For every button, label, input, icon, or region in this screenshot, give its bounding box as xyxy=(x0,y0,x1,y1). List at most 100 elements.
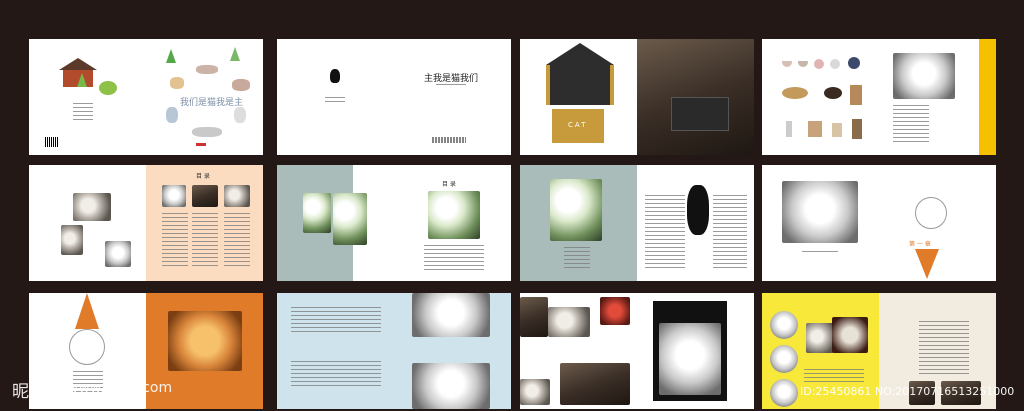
page-front-cover: 我们是猫我是主 xyxy=(146,39,263,155)
chapter-heading: 第 一 章 xyxy=(909,241,931,248)
toy-icon xyxy=(848,57,860,69)
cat-bed-icon xyxy=(782,87,808,99)
cat-sketch-icon xyxy=(196,65,218,74)
page-envelope: CAT xyxy=(520,39,637,155)
tree-icon xyxy=(230,47,240,61)
spread-products xyxy=(762,39,996,155)
caption-text xyxy=(802,251,838,255)
page-lightblue xyxy=(277,293,394,409)
envelope-shape xyxy=(546,43,614,65)
spread-title-page: 主我是猫我们 xyxy=(277,39,511,155)
cats-photo xyxy=(806,323,834,353)
contents-text xyxy=(192,213,218,267)
page-crown-cat xyxy=(637,293,754,409)
page-chapter: 第 一 章 xyxy=(879,165,996,281)
cat-round-photo xyxy=(770,345,798,373)
page-contents: 目 录 xyxy=(146,165,263,281)
title-page-title: 主我是猫我们 xyxy=(424,74,479,84)
contents-heading: 目 录 xyxy=(196,173,210,180)
cat-face-sketch xyxy=(69,329,105,365)
spread-stories xyxy=(520,293,754,409)
spread-lightblue xyxy=(277,293,511,409)
ball-icon xyxy=(814,59,824,69)
page-dusk-photo xyxy=(637,39,754,155)
back-cover-text xyxy=(73,103,93,121)
spread-flowers: 目 录 xyxy=(277,165,511,281)
intro-text xyxy=(424,245,484,273)
cat-flower-photo xyxy=(303,193,331,233)
cat-sketch-icon xyxy=(192,127,222,137)
story-text xyxy=(291,361,381,387)
page-left xyxy=(277,39,394,155)
santa-photo xyxy=(600,297,630,325)
watermark-id: ID:25450861 NO:20170716513251000 xyxy=(800,385,1015,398)
cat-bed-icon xyxy=(824,87,842,99)
cover-title: 我们是猫我是主 xyxy=(180,98,244,108)
page-teal xyxy=(277,165,394,281)
page-gold xyxy=(879,39,996,155)
story-text xyxy=(645,195,685,271)
page-right: 主我是猫我们 xyxy=(394,39,511,155)
cat-photo xyxy=(162,185,186,207)
publisher-logo xyxy=(196,143,206,146)
cat-round-photo xyxy=(770,311,798,339)
watermark-site: www.nipic.com xyxy=(67,380,173,396)
cat-closeup-photo xyxy=(412,363,490,409)
interior-photo xyxy=(192,185,218,207)
bush-illustration xyxy=(99,81,117,95)
page-story xyxy=(637,165,754,281)
cat-photo xyxy=(73,193,111,221)
intro-heading: 目 录 xyxy=(442,181,456,188)
bowl-icon xyxy=(798,61,808,67)
page-photos xyxy=(29,165,146,281)
cats-group-photo xyxy=(893,53,955,99)
story-text xyxy=(564,247,590,269)
black-cat-icon xyxy=(330,69,340,83)
person-cat-photo xyxy=(560,363,630,405)
cake-photo xyxy=(548,307,590,337)
scratcher-icon xyxy=(852,119,862,139)
ice-cream-cone xyxy=(915,249,939,279)
page-portrait xyxy=(762,165,879,281)
cat-face-sketch xyxy=(915,197,947,229)
page-back-cover xyxy=(29,39,146,155)
crowned-cat-photo xyxy=(659,323,721,395)
roof-illustration xyxy=(59,58,97,70)
contents-text xyxy=(162,213,188,267)
cat-photo xyxy=(520,379,550,405)
cat-round-photo xyxy=(770,379,798,407)
cat-tree-icon xyxy=(850,85,862,105)
spread-cover: 我们是猫我是主 xyxy=(29,39,263,155)
scratcher-icon xyxy=(786,121,792,137)
cat-photo xyxy=(224,185,250,207)
page-lightblue xyxy=(394,293,511,409)
page-collage xyxy=(520,293,637,409)
cat-sketch-icon xyxy=(232,79,250,91)
bowl-icon xyxy=(782,61,792,67)
publisher-logo xyxy=(432,137,466,143)
cat-word: CAT xyxy=(568,121,588,129)
scratcher-icon xyxy=(832,123,842,137)
page-teal xyxy=(520,165,637,281)
cats-photo xyxy=(832,317,868,353)
contents-text xyxy=(224,213,250,267)
cat-sketch-icon xyxy=(170,77,184,89)
spread-portrait: 第 一 章 xyxy=(762,165,996,281)
cat-flower-photo xyxy=(550,179,602,241)
cat-closeup-photo xyxy=(412,293,490,337)
author-text xyxy=(436,84,466,88)
cat-photo xyxy=(105,241,131,267)
scratcher-icon xyxy=(808,121,822,137)
ball-icon xyxy=(830,59,840,69)
credit-text xyxy=(325,97,345,103)
cat-flower-photo xyxy=(333,193,367,245)
orange-cat-photo xyxy=(168,311,242,371)
dark-envelope xyxy=(671,97,729,131)
caption-text xyxy=(804,369,864,383)
cat-illustration xyxy=(687,185,709,235)
cat-flower-photo xyxy=(428,191,480,239)
person-cat-photo xyxy=(520,297,548,337)
spread-contents: 目 录 xyxy=(29,165,263,281)
party-hat xyxy=(75,293,99,329)
product-list-text xyxy=(893,105,929,145)
